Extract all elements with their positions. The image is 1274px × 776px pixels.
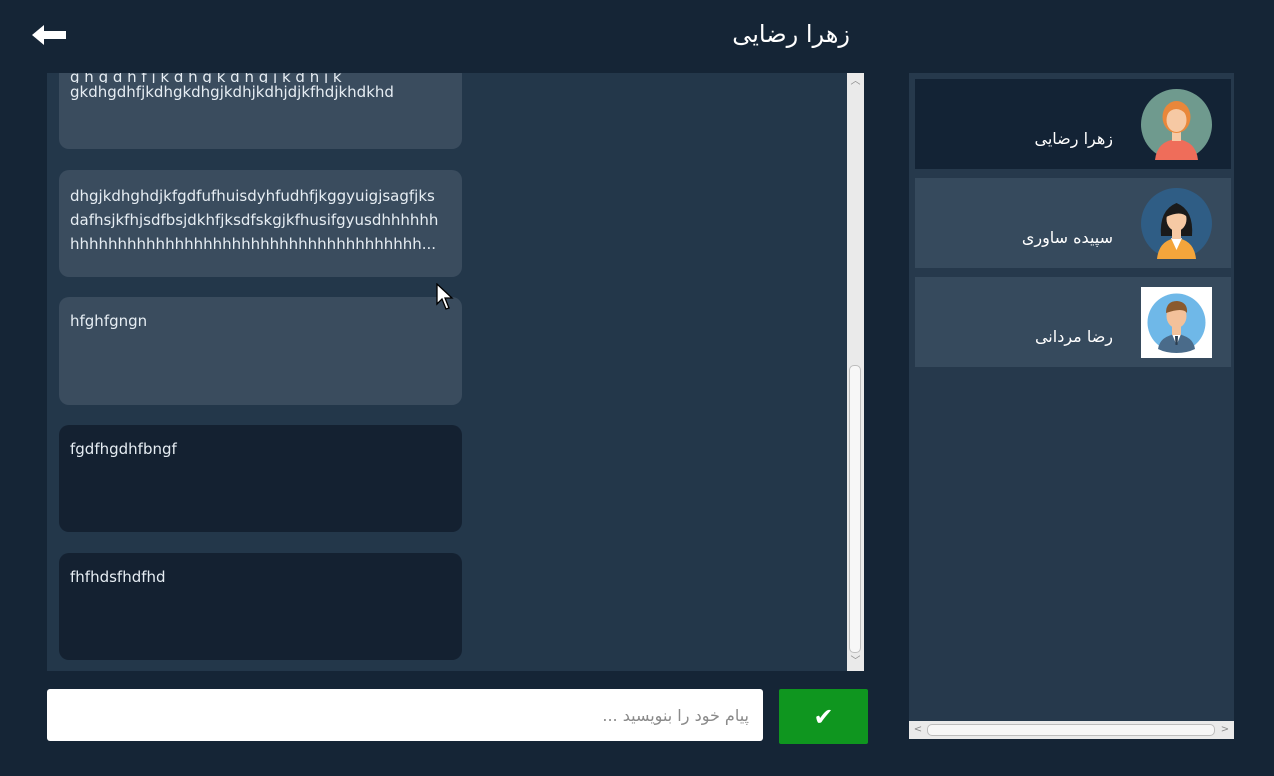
scroll-up-icon[interactable]: ︿	[847, 75, 864, 89]
message-bubble: g h g d h f j k d h g k d h g j k d h j …	[59, 73, 462, 149]
message-input[interactable]	[47, 689, 763, 741]
message-text: fhfhdsfhdfhd	[70, 568, 166, 586]
contact-name: سپیده ساوری	[1021, 228, 1113, 247]
mouse-pointer-icon	[436, 283, 454, 310]
message-text: gkdhgdhfjkdhgkdhgjkdhjkdhjdjkfhdjkhdkhd	[70, 83, 394, 101]
contacts-list: زهرا رضایی سپیده ساوری رضا مردانی	[909, 73, 1234, 739]
scroll-right-icon[interactable]: >	[1218, 721, 1232, 739]
scrollbar-thumb[interactable]	[849, 365, 861, 653]
scrollbar-thumb[interactable]	[927, 724, 1215, 736]
left-arrow-icon	[32, 25, 66, 45]
contacts-horizontal-scrollbar[interactable]: < >	[909, 721, 1234, 739]
contact-item[interactable]: سپیده ساوری	[915, 178, 1231, 268]
message-text: dhgjkdhghdjkfgdfufhuisdyhfudhfjkggyuigjs…	[70, 187, 439, 253]
message-list[interactable]: g h g d h f j k d h g k d h g j k d h j …	[47, 73, 847, 671]
message-list-scrollbar[interactable]: ︿ ﹀	[847, 73, 864, 671]
contact-name: زهرا رضایی	[1034, 129, 1114, 148]
checkmark-icon: ✔	[813, 702, 834, 731]
scroll-down-icon[interactable]: ﹀	[847, 655, 864, 669]
message-bubble: fhfhdsfhdfhd	[59, 553, 462, 660]
woman-avatar-icon	[1141, 89, 1212, 160]
message-bubble: fgdfhgdhfbngf	[59, 425, 462, 532]
contact-item[interactable]: زهرا رضایی	[915, 79, 1231, 169]
message-text: hfghfgngn	[70, 312, 148, 330]
scroll-left-icon[interactable]: <	[911, 721, 925, 739]
chat-window: زهرا رضایی g h g d h f j k d h g k d h g…	[0, 0, 1274, 776]
man-avatar-icon	[1141, 287, 1212, 358]
message-bubble: dhgjkdhghdjkfgdfufhuisdyhfudhfjkggyuigjs…	[59, 170, 462, 277]
contact-item[interactable]: رضا مردانی	[915, 277, 1231, 367]
conversation-title: زهرا رضایی	[732, 20, 850, 48]
back-button[interactable]	[30, 22, 70, 48]
message-text: fgdfhgdhfbngf	[70, 440, 177, 458]
woman-dark-hair-avatar-icon	[1141, 188, 1212, 259]
message-bubble: hfghfgngn	[59, 297, 462, 405]
send-button[interactable]: ✔	[779, 689, 868, 744]
contact-name: رضا مردانی	[1034, 327, 1113, 346]
